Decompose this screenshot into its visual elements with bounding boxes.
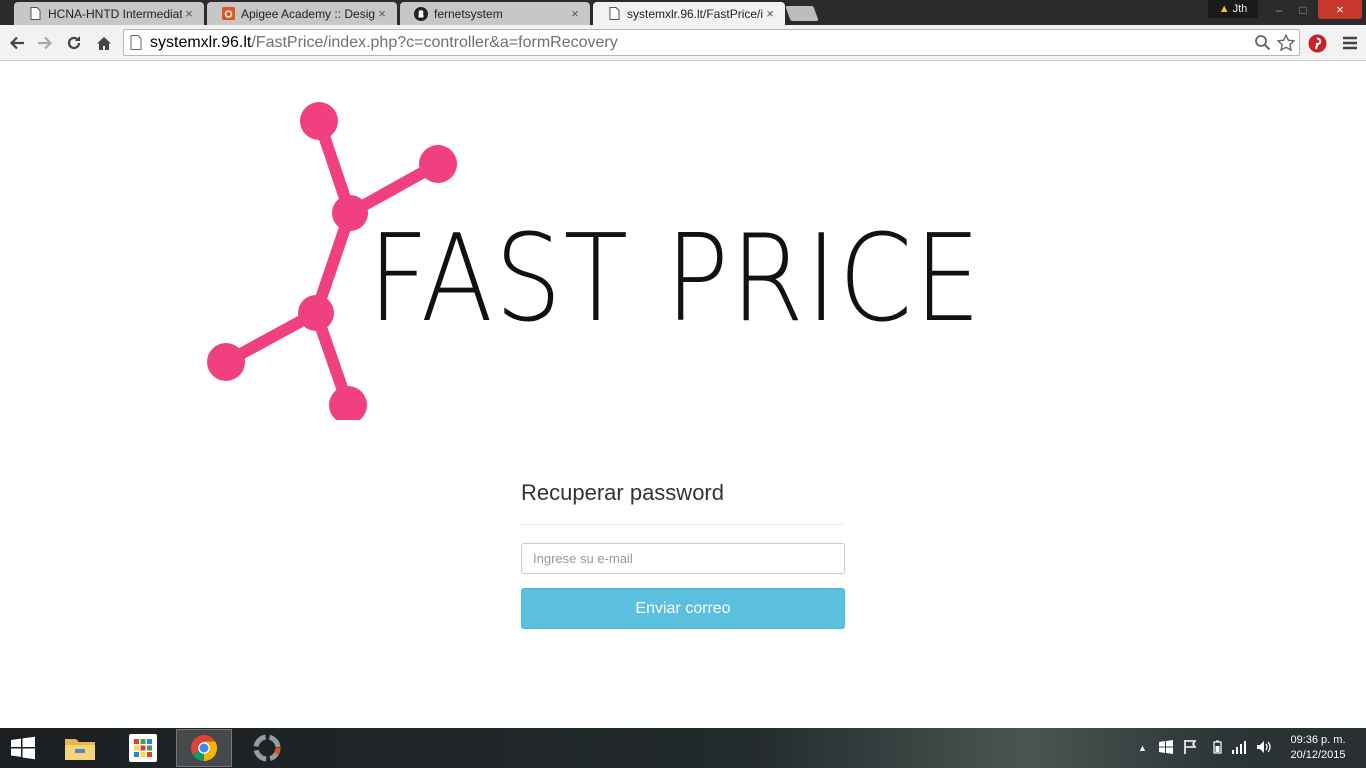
- back-button[interactable]: [6, 32, 28, 54]
- action-center-flag-icon[interactable]: [1184, 740, 1198, 754]
- tab-title: fernetsystem: [434, 6, 503, 21]
- tab-github[interactable]: fernetsystem ×: [400, 2, 590, 25]
- search-icon[interactable]: [1254, 34, 1271, 51]
- close-tab-icon[interactable]: ×: [763, 6, 777, 21]
- new-tab-button[interactable]: [785, 6, 819, 21]
- volume-icon[interactable]: [1256, 740, 1272, 754]
- page-icon: [130, 35, 142, 50]
- tab-title: systemxlr.96.lt/FastPrice/in: [627, 6, 763, 21]
- send-email-button[interactable]: Enviar correo: [521, 588, 845, 629]
- clock-date: 20/12/2015: [1290, 749, 1346, 761]
- tab-title: HCNA-HNTD Intermediate: [48, 6, 182, 21]
- close-tab-icon[interactable]: ×: [568, 6, 582, 21]
- network-signal-icon[interactable]: [1231, 740, 1247, 754]
- show-hidden-icons-icon[interactable]: ▲: [1138, 743, 1147, 753]
- logo-wordmark: FAST PRICE: [368, 210, 983, 349]
- pinterest-extension-icon[interactable]: [1307, 33, 1327, 53]
- reload-button[interactable]: [63, 32, 85, 54]
- password-recovery-form: Recuperar password Enviar correo: [521, 480, 845, 629]
- windows-logo-icon: [11, 736, 35, 760]
- tab-apigee[interactable]: Apigee Academy :: Design ×: [207, 2, 397, 25]
- profile-button[interactable]: ▲ Jth: [1208, 0, 1258, 18]
- home-button[interactable]: [93, 32, 115, 54]
- reload-icon: [67, 36, 81, 50]
- url-host: systemxlr.96.lt: [150, 33, 252, 51]
- menu-icon[interactable]: [1340, 33, 1360, 53]
- back-arrow-icon: [9, 36, 24, 50]
- home-icon: [97, 36, 111, 50]
- tab-title: Apigee Academy :: Design: [241, 6, 375, 21]
- address-bar[interactable]: systemxlr.96.lt/FastPrice/index.php?c=co…: [123, 29, 1300, 56]
- divider: [521, 524, 845, 525]
- system-clock[interactable]: 09:36 p. m. 20/12/2015: [1283, 733, 1353, 763]
- profile-name: Jth: [1232, 3, 1248, 15]
- tab-fastprice[interactable]: systemxlr.96.lt/FastPrice/in ×: [593, 2, 785, 25]
- forward-arrow-icon: [38, 36, 53, 50]
- battery-icon[interactable]: [1213, 740, 1222, 754]
- windows-store-icon[interactable]: [1159, 740, 1173, 754]
- page-content: FAST PRICE Recuperar password Enviar cor…: [0, 62, 1366, 728]
- start-button[interactable]: [8, 736, 38, 760]
- tab-hcna[interactable]: HCNA-HNTD Intermediate ×: [14, 2, 204, 25]
- tab-strip: HCNA-HNTD Intermediate × Apigee Academy …: [0, 0, 1366, 25]
- windows-taskbar: ▲ 09:36 p. m. 20/12/2015: [0, 728, 1366, 768]
- forward-button[interactable]: [34, 32, 56, 54]
- minimize-button[interactable]: –: [1268, 0, 1290, 19]
- app-circle-icon[interactable]: [239, 729, 295, 767]
- file-explorer-icon[interactable]: [52, 729, 108, 767]
- form-title: Recuperar password: [521, 480, 724, 505]
- close-window-button[interactable]: ×: [1318, 0, 1362, 19]
- browser-toolbar: systemxlr.96.lt/FastPrice/index.php?c=co…: [0, 25, 1366, 61]
- maximize-button[interactable]: □: [1292, 0, 1314, 19]
- close-tab-icon[interactable]: ×: [375, 6, 389, 21]
- clock-time: 09:36 p. m.: [1290, 734, 1346, 746]
- bookmark-star-icon[interactable]: [1277, 34, 1295, 51]
- chrome-icon[interactable]: [176, 729, 232, 767]
- apigee-icon: [221, 7, 235, 21]
- github-icon: [414, 6, 428, 21]
- url-path: /FastPrice/index.php?c=controller&a=form…: [251, 33, 618, 51]
- warning-icon: ▲: [1218, 3, 1230, 15]
- page-icon: [607, 7, 621, 21]
- page-icon: [28, 7, 42, 21]
- close-tab-icon[interactable]: ×: [182, 6, 196, 21]
- email-field[interactable]: [521, 543, 845, 574]
- apps-icon[interactable]: [115, 729, 171, 767]
